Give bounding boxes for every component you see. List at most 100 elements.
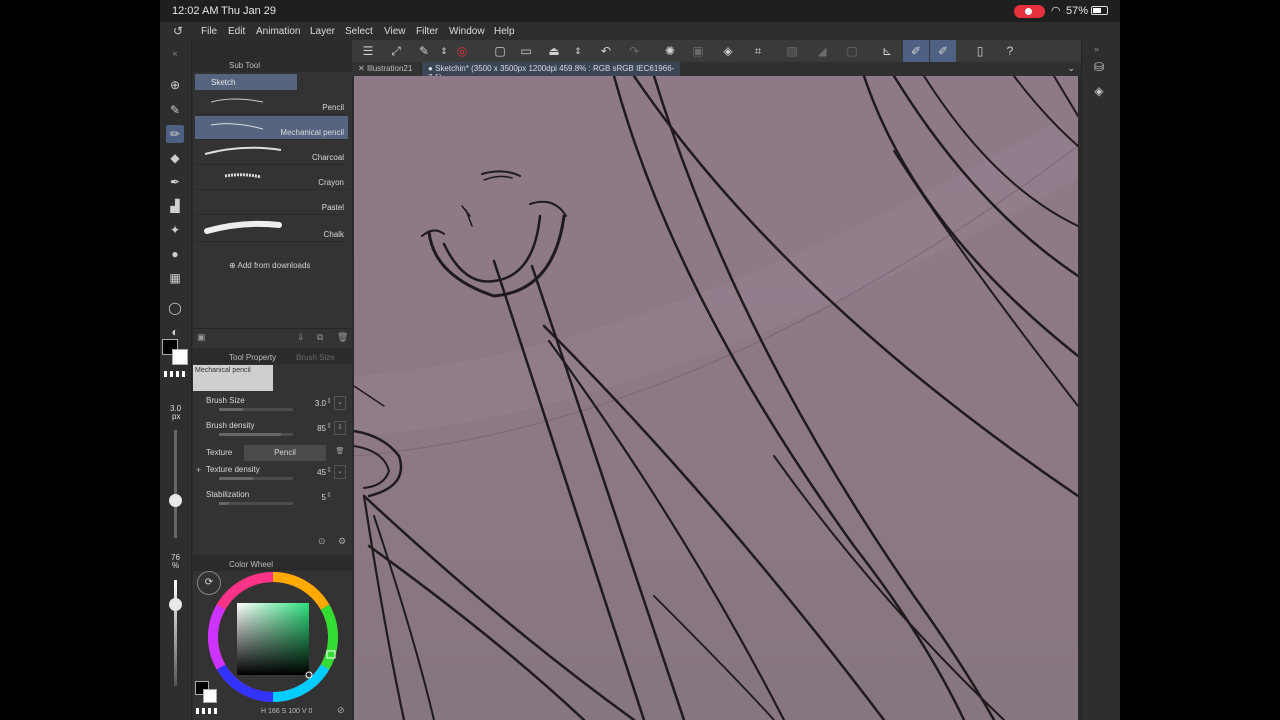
brush-charcoal[interactable]: Charcoal bbox=[195, 141, 348, 165]
color-wheel-title[interactable]: Color Wheel bbox=[229, 560, 273, 569]
texture-value: Pencil bbox=[274, 448, 296, 457]
chevron-updown-icon[interactable]: ⇕ bbox=[570, 43, 586, 59]
clear-icon[interactable]: ▣ bbox=[690, 43, 706, 59]
menu-select[interactable]: Select bbox=[345, 26, 373, 37]
brush-density-value[interactable]: 85 bbox=[317, 424, 326, 433]
menu-help[interactable]: Help bbox=[494, 26, 515, 37]
texture-density-value[interactable]: 45 bbox=[317, 468, 326, 477]
transparent-swatch[interactable] bbox=[164, 371, 188, 377]
frame-tool-icon[interactable]: ▦ bbox=[166, 269, 184, 287]
app-logo-icon[interactable]: ↺ bbox=[173, 24, 183, 38]
open-folder-icon[interactable]: ▭ bbox=[518, 43, 534, 59]
screen-record-icon[interactable] bbox=[1014, 5, 1045, 18]
brush-label: Crayon bbox=[318, 178, 344, 187]
record-icon[interactable]: ◎ bbox=[454, 43, 470, 59]
tool-property-title[interactable]: Tool Property bbox=[229, 353, 276, 362]
eraser-tool-icon[interactable]: ◆ bbox=[166, 149, 184, 167]
settings-icon[interactable]: ▣ bbox=[197, 332, 206, 343]
collapse-icon[interactable]: » bbox=[1094, 44, 1099, 54]
pencil-mode-icon[interactable]: ✐ bbox=[903, 40, 929, 62]
menu-icon[interactable]: ☰ bbox=[360, 43, 376, 59]
pen-mode-icon[interactable]: ✐ bbox=[930, 40, 956, 62]
stabilization-slider[interactable] bbox=[219, 502, 293, 505]
menu-layer[interactable]: Layer bbox=[310, 26, 335, 37]
drawing-canvas[interactable] bbox=[354, 76, 1078, 720]
download-icon[interactable]: ⊙ bbox=[318, 536, 326, 547]
ink-tool-icon[interactable]: ✒ bbox=[166, 173, 184, 191]
stepper-icon[interactable]: ⇕ bbox=[326, 422, 332, 430]
move-tool-icon[interactable]: ⊕ bbox=[166, 76, 184, 94]
download-icon[interactable]: ⇩ bbox=[334, 421, 346, 435]
transparent-chip[interactable] bbox=[196, 708, 218, 714]
trash-icon[interactable]: 🗑 bbox=[337, 332, 348, 343]
opacity-slider-handle[interactable] bbox=[169, 598, 182, 611]
size-slider-handle[interactable] bbox=[169, 494, 182, 507]
fill-tool-icon[interactable]: ▟ bbox=[166, 197, 184, 215]
export-icon[interactable]: ⏏ bbox=[546, 43, 562, 59]
layer-properties-icon[interactable]: ⛁ bbox=[1090, 60, 1108, 78]
edit-icon[interactable]: ✎ bbox=[416, 43, 432, 59]
status-date: Thu Jan 29 bbox=[221, 5, 277, 17]
layers-icon[interactable]: ◈ bbox=[1090, 84, 1108, 102]
brush-pastel[interactable]: Pastel bbox=[195, 191, 348, 215]
eyedropper-icon[interactable]: ⊘ bbox=[337, 705, 345, 716]
opacity-slider-track[interactable] bbox=[174, 580, 177, 686]
loading-icon[interactable]: ✺ bbox=[662, 43, 678, 59]
stepper-icon[interactable]: ⇕ bbox=[326, 466, 332, 474]
border-icon[interactable]: ▢ bbox=[844, 43, 860, 59]
chevron-down-icon[interactable]: ⌄ bbox=[1067, 63, 1075, 74]
stepper-icon[interactable]: ⇕ bbox=[326, 397, 332, 405]
duplicate-icon[interactable]: ⧉ bbox=[317, 332, 323, 343]
collapse-icon[interactable]: « bbox=[166, 44, 184, 62]
menu-view[interactable]: View bbox=[384, 26, 406, 37]
brush-density-slider[interactable] bbox=[219, 433, 293, 436]
import-icon[interactable]: ⇩ bbox=[297, 332, 305, 343]
add-from-downloads[interactable]: ⊕ Add from downloads bbox=[229, 261, 310, 270]
chevron-down-icon[interactable]: ⌄ bbox=[334, 465, 346, 479]
ruler-icon[interactable]: ⊾ bbox=[879, 43, 895, 59]
deselect-icon[interactable]: ▨ bbox=[784, 43, 800, 59]
sub-color-chip[interactable] bbox=[203, 689, 217, 703]
redo-icon[interactable]: ↷ bbox=[626, 43, 642, 59]
brush-size-tab[interactable]: Brush Size bbox=[296, 353, 335, 362]
help-icon[interactable]: ? bbox=[1002, 43, 1018, 59]
invert-icon[interactable]: ◢ bbox=[814, 43, 830, 59]
menu-edit[interactable]: Edit bbox=[228, 26, 245, 37]
trash-icon[interactable]: 🗑 bbox=[334, 446, 346, 460]
lasso-tool-icon[interactable]: ◯ bbox=[166, 299, 184, 317]
texture-select[interactable]: Pencil bbox=[244, 445, 326, 461]
brush-mechanical-pencil[interactable]: Mechanical pencil bbox=[195, 116, 348, 140]
pen-tool-icon[interactable]: ✎ bbox=[166, 101, 184, 119]
blend-tool-icon[interactable]: ● bbox=[166, 245, 184, 263]
brush-preset-preview[interactable]: Mechanical pencil bbox=[193, 365, 273, 391]
color-switch-icon[interactable]: ⟳ bbox=[197, 571, 221, 595]
crop-icon[interactable]: ⌗ bbox=[750, 43, 766, 59]
zoom-fit-icon[interactable]: ⤢ bbox=[388, 43, 404, 59]
menu-file[interactable]: File bbox=[201, 26, 217, 37]
brush-pencil[interactable]: Pencil bbox=[195, 91, 348, 115]
brush-size-value[interactable]: 3.0 bbox=[315, 399, 326, 408]
phone-icon[interactable]: ▯ bbox=[972, 43, 988, 59]
new-file-icon[interactable]: ▢ bbox=[492, 43, 508, 59]
undo-icon[interactable]: ↶ bbox=[598, 43, 614, 59]
brush-crayon[interactable]: Crayon bbox=[195, 166, 348, 190]
menu-animation[interactable]: Animation bbox=[256, 26, 300, 37]
sparkle-tool-icon[interactable]: ✦ bbox=[166, 221, 184, 239]
menu-filter[interactable]: Filter bbox=[416, 26, 438, 37]
wrench-icon[interactable]: ⚙ bbox=[338, 536, 346, 547]
tab-sketchin[interactable]: ● Sketchin* (3500 x 3500px 1200dpi 459.8… bbox=[422, 62, 680, 82]
size-slider-track[interactable] bbox=[174, 430, 177, 538]
sub-tool-group-sketch[interactable]: Sketch bbox=[195, 74, 297, 90]
plus-icon[interactable]: + bbox=[196, 465, 201, 475]
stepper-icon[interactable]: ⇕ bbox=[326, 491, 332, 499]
tab-illustration[interactable]: ✕ Illustration21 bbox=[352, 62, 420, 76]
chevron-down-icon[interactable]: ⌄ bbox=[334, 396, 346, 410]
texture-density-slider[interactable] bbox=[219, 477, 293, 480]
brush-size-slider[interactable] bbox=[219, 408, 293, 411]
menu-window[interactable]: Window bbox=[449, 26, 485, 37]
brush-chalk[interactable]: Chalk bbox=[195, 216, 348, 242]
fill-icon[interactable]: ◈ bbox=[720, 43, 736, 59]
sub-color-swatch[interactable] bbox=[172, 349, 188, 365]
pencil-tool-icon[interactable]: ✏ bbox=[166, 125, 184, 143]
chevron-updown-icon[interactable]: ⇕ bbox=[436, 43, 452, 59]
